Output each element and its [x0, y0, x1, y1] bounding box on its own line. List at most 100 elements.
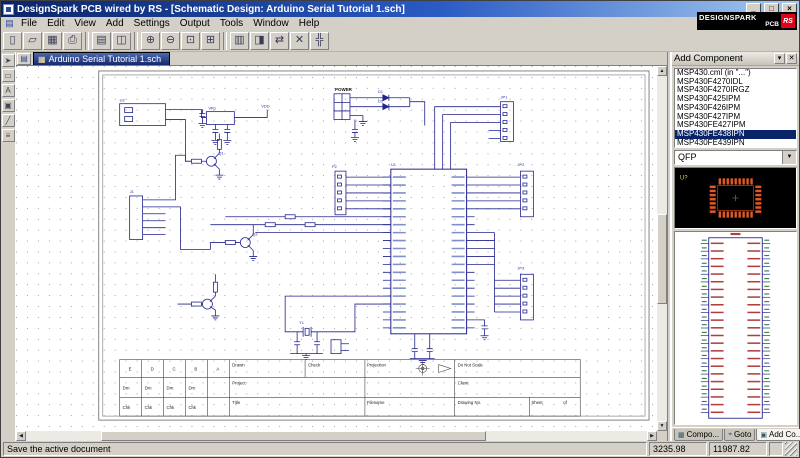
- menu-output[interactable]: Output: [175, 17, 215, 30]
- libraries-button[interactable]: ▥: [230, 32, 249, 50]
- component-tool-button[interactable]: ▣: [2, 99, 15, 112]
- zoom-full-button[interactable]: ⊞: [201, 32, 220, 50]
- select-tool-button[interactable]: ➤: [2, 54, 15, 67]
- goto-tab-icon: ⌖: [728, 431, 732, 439]
- document-tab[interactable]: ▦ Arduino Serial Tutorial 1.sch: [33, 52, 170, 65]
- menu-view[interactable]: View: [69, 17, 101, 30]
- component-item[interactable]: MSP430FE439IPN: [675, 139, 796, 148]
- menu-add[interactable]: Add: [101, 17, 129, 30]
- schematic-canvas[interactable]: E D C B A Drn Drn Drn Drn Chk Chk Chk: [16, 66, 657, 431]
- document-tab-label: Arduino Serial Tutorial 1.sch: [49, 54, 162, 64]
- svg-text:Chk: Chk: [188, 405, 196, 410]
- svg-text:D1: D1: [378, 89, 384, 94]
- svg-text:E: E: [129, 367, 132, 372]
- panel-tab-add-component[interactable]: ▣Add Co...: [756, 429, 800, 441]
- open-file-button[interactable]: ▱: [23, 32, 42, 50]
- footprint-preview-canvas: U?: [675, 168, 796, 228]
- panel-tab-goto[interactable]: ⌖Goto: [724, 429, 755, 441]
- scroll-up-button[interactable]: ▲: [657, 66, 667, 76]
- svg-text:U1: U1: [391, 162, 397, 167]
- zoom-out-button[interactable]: ⊖: [161, 32, 180, 50]
- translate-to-pcb-button[interactable]: ⇄: [270, 32, 289, 50]
- svg-text:D: D: [151, 367, 154, 372]
- resize-grip[interactable]: [785, 442, 797, 456]
- zoom-window-button[interactable]: ⊡: [181, 32, 200, 50]
- status-message: Save the active document: [3, 442, 647, 456]
- panel-menu-button[interactable]: ▾: [774, 53, 785, 64]
- main-toolbar: ▯▱▦⎙ ▤◫ ⊕⊖⊡⊞ ▥◨⇄✕╬: [1, 30, 799, 52]
- panel-tab-label: Goto: [734, 430, 751, 439]
- new-file-button[interactable]: ▯: [3, 32, 22, 50]
- component-bin-button[interactable]: ◨: [250, 32, 269, 50]
- svg-text:P2: P2: [332, 164, 337, 169]
- svg-text:Drn: Drn: [188, 385, 196, 390]
- document-icon[interactable]: ▤: [17, 53, 31, 65]
- add-component-tab-icon: ▣: [760, 431, 767, 439]
- svg-text:Chk: Chk: [145, 405, 153, 410]
- combo-dropdown-icon[interactable]: ▼: [782, 151, 796, 164]
- menu-help[interactable]: Help: [294, 17, 325, 30]
- menu-edit[interactable]: Edit: [42, 17, 69, 30]
- document-window-icon[interactable]: ▤: [3, 18, 16, 29]
- toolbar-separator: [134, 32, 138, 50]
- app-icon[interactable]: [3, 4, 14, 15]
- svg-text:VR1: VR1: [208, 106, 217, 111]
- rs-logo: RS: [781, 14, 795, 28]
- svg-text:Client: Client: [458, 380, 470, 385]
- svg-text:Chk: Chk: [167, 405, 175, 410]
- components-tab-icon: ▦: [678, 431, 685, 439]
- add-component-panel: Add Component ▾ ✕ MSP430.cml (in "...")M…: [671, 52, 799, 441]
- window-title: DesignSpark PCB wired by RS - [Schematic…: [17, 4, 743, 15]
- save-file-button[interactable]: ▦: [43, 32, 62, 50]
- svg-text:Filename: Filename: [367, 400, 385, 405]
- svg-text:Check: Check: [308, 363, 321, 368]
- schematic-drawing[interactable]: E D C B A Drn Drn Drn Drn Chk Chk Chk: [16, 66, 657, 431]
- svg-text:Chk: Chk: [123, 405, 131, 410]
- package-filter-combo[interactable]: QFP ▼: [674, 150, 797, 165]
- wire-tool-button[interactable]: ╱: [2, 114, 15, 127]
- panel-header: Add Component ▾ ✕: [672, 52, 799, 66]
- schematic-tab-icon: ▦: [38, 55, 46, 64]
- bus-tool-button[interactable]: ≡: [2, 129, 15, 142]
- menu-tools[interactable]: Tools: [215, 17, 248, 30]
- menu-bar: ▤ FileEditViewAddSettingsOutputToolsWind…: [1, 17, 799, 30]
- scroll-down-button[interactable]: ▼: [657, 421, 667, 431]
- component-list[interactable]: MSP430.cml (in "...")MSP430F4270IDLMSP43…: [674, 68, 797, 148]
- grid-button[interactable]: ╬: [310, 32, 329, 50]
- svg-text:Project: Project: [232, 380, 246, 385]
- cursor-y-coordinate: 11987.82: [709, 442, 767, 456]
- horizontal-scroll-thumb[interactable]: [101, 431, 486, 441]
- menu-file[interactable]: File: [16, 17, 42, 30]
- document-tab-strip: ▤ ▦ Arduino Serial Tutorial 1.sch: [16, 52, 667, 66]
- horizontal-scrollbar[interactable]: ◀ ▶: [16, 431, 657, 441]
- panel-tab-bar: ▦Compo...⌖Goto▣Add Co...: [672, 427, 799, 441]
- scroll-left-button[interactable]: ◀: [16, 431, 26, 441]
- design-browser-button[interactable]: ▤: [92, 32, 111, 50]
- svg-text:Projection: Projection: [367, 363, 387, 368]
- package-filter-value: QFP: [675, 151, 782, 164]
- symbol-preview-canvas: [675, 232, 796, 424]
- delete-button[interactable]: ✕: [290, 32, 309, 50]
- title-bar: DesignSpark PCB wired by RS - [Schematic…: [1, 1, 799, 17]
- zoom-in-button[interactable]: ⊕: [141, 32, 160, 50]
- shape-tool-button[interactable]: ▭: [2, 69, 15, 82]
- svg-text:Sheet: Sheet: [531, 400, 543, 405]
- text-tool-button[interactable]: A: [2, 84, 15, 97]
- app-window: DesignSpark PCB wired by RS - [Schematic…: [0, 0, 800, 458]
- print-button[interactable]: ⎙: [63, 32, 82, 50]
- scroll-right-button[interactable]: ▶: [647, 431, 657, 441]
- svg-text:A: A: [216, 367, 219, 372]
- panel-tab-components[interactable]: ▦Compo...: [674, 429, 723, 441]
- designspark-logo: DESIGNSPARK PCB RS: [697, 12, 797, 30]
- menu-window[interactable]: Window: [248, 17, 294, 30]
- symbol-preview: [674, 231, 797, 425]
- panel-close-button[interactable]: ✕: [786, 53, 797, 64]
- menu-settings[interactable]: Settings: [129, 17, 175, 30]
- svg-text:D2: D2: [378, 99, 383, 104]
- footprint-ref-label: U?: [680, 174, 688, 181]
- vertical-scrollbar[interactable]: ▲ ▼: [657, 66, 667, 431]
- vertical-scroll-thumb[interactable]: [657, 214, 667, 304]
- main-area: ➤ ▭ A ▣ ╱ ≡ ▤ ▦ Arduino Serial Tutorial 1.sch: [1, 52, 799, 441]
- logo-line2: PCB: [699, 22, 779, 29]
- world-view-button[interactable]: ◫: [112, 32, 131, 50]
